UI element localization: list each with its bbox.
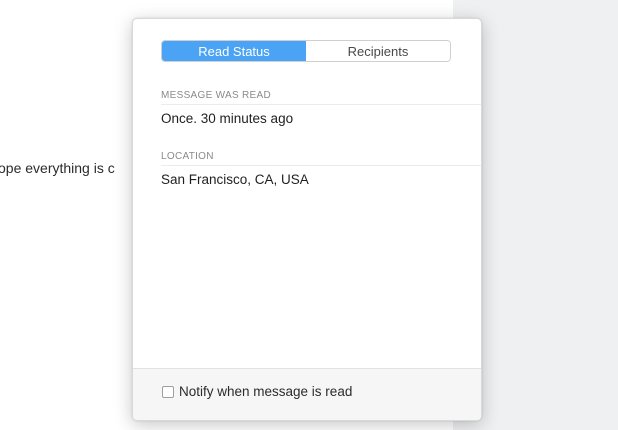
notify-checkbox-label[interactable]: Notify when message is read: [179, 384, 352, 399]
location-value: San Francisco, CA, USA: [161, 172, 309, 187]
message-read-value: Once. 30 minutes ago: [161, 111, 294, 126]
tab-recipients[interactable]: Recipients: [306, 41, 450, 61]
tab-read-status[interactable]: Read Status: [162, 41, 306, 61]
divider: [161, 104, 481, 105]
email-body-text: ope everything is c: [0, 160, 115, 176]
message-was-read-label: MESSAGE WAS READ: [161, 90, 272, 101]
read-status-popover: Read Status Recipients MESSAGE WAS READ …: [132, 18, 482, 421]
notify-checkbox[interactable]: [162, 385, 174, 398]
notify-checkbox-row[interactable]: Notify when message is read: [162, 384, 352, 399]
location-label: LOCATION: [161, 151, 214, 162]
divider: [161, 165, 481, 166]
segmented-control: Read Status Recipients: [161, 40, 451, 62]
popover-footer: Notify when message is read: [133, 368, 481, 420]
